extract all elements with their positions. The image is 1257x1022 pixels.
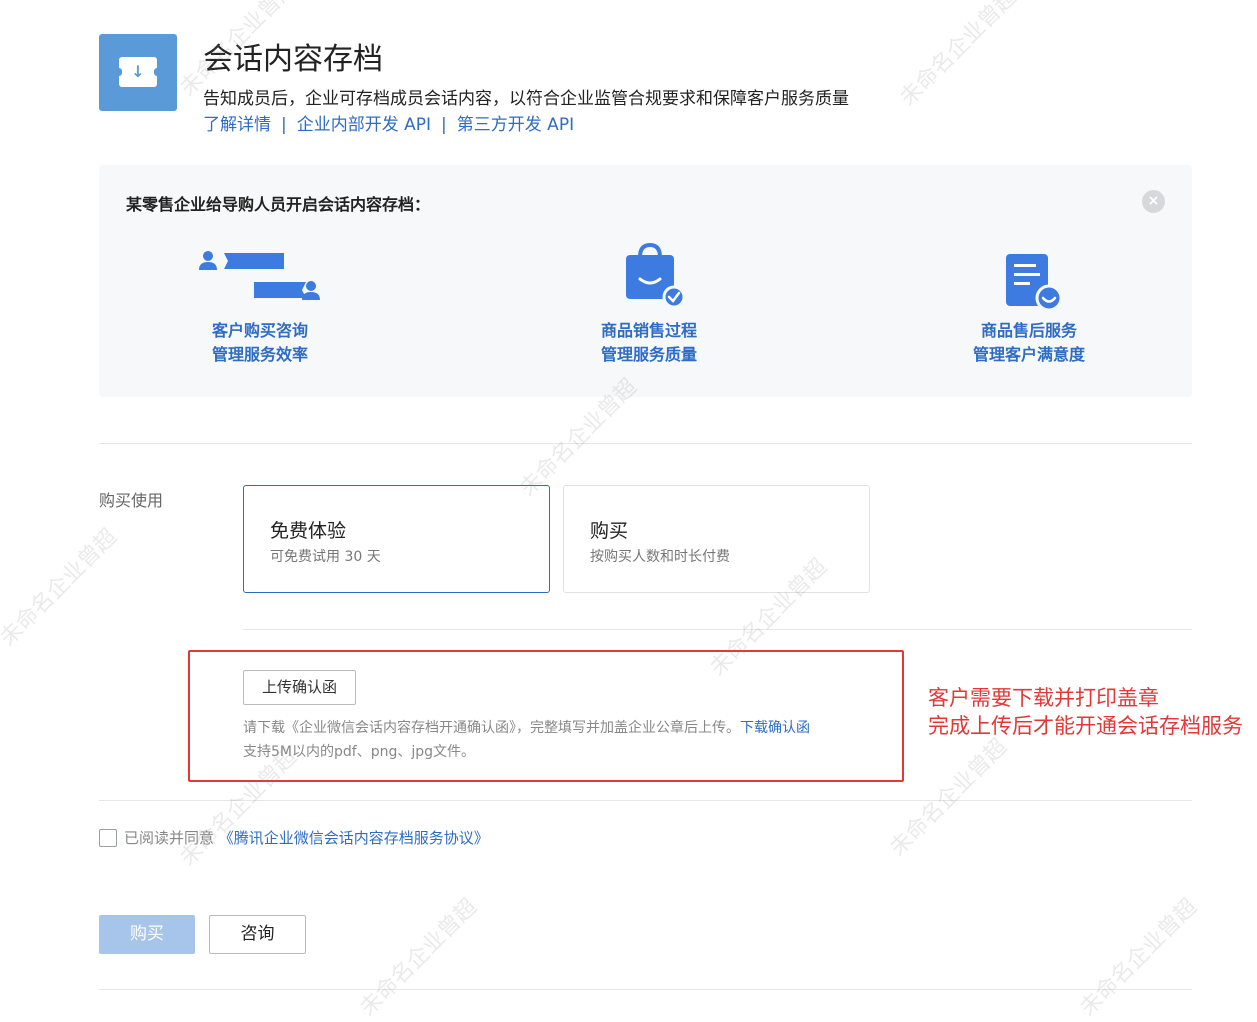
consult-button[interactable]: 咨询 [209,915,306,954]
buy-button[interactable]: 购买 [99,915,195,954]
divider [243,629,1192,630]
agreement-prefix: 已阅读并同意 [124,829,215,847]
watermark: 未命名企业曾超 [895,0,1023,112]
option-buy[interactable]: 购买 按购买人数和时长付费 [563,485,870,593]
agreement-checkbox[interactable] [99,829,117,847]
feature-line2: 管理客户满意度 [972,345,1085,364]
feature-aftersales: 商品售后服务 管理客户满意度 [909,319,1149,367]
feature-line2: 管理服务效率 [211,345,308,364]
shopping-bag-check-icon [622,242,686,309]
upload-confirmation-button[interactable]: 上传确认函 [243,670,356,705]
feature-line1: 商品售后服务 [980,321,1077,340]
feature-consult: 客户购买咨询 管理服务效率 [140,319,380,367]
upload-file-hint: 支持5M以内的pdf、png、jpg文件。 [243,744,475,760]
annotation-text: 客户需要下载并打印盖章 完成上传后才能开通会话存档服务 [928,684,1243,740]
divider [99,989,1192,990]
option-free-trial[interactable]: 免费体验 可免费试用 30 天 [243,485,550,593]
upload-note-text: 请下载《企业微信会话内容存档开通确认函》，完整填写并加盖企业公章后上传。 [243,720,740,736]
header-links: 了解详情 | 企业内部开发 API | 第三方开发 API [203,110,574,135]
agreement-text: 已阅读并同意 《腾讯企业微信会话内容存档服务协议》 [124,827,489,848]
divider [99,443,1192,444]
option-title: 购买 [590,520,629,542]
third-party-api-link[interactable]: 第三方开发 API [457,115,574,135]
page-description: 告知成员后，企业可存档成员会话内容，以符合企业监管合规要求和保障客户服务质量 [203,89,849,109]
close-icon[interactable]: × [1142,190,1165,213]
download-confirmation-link[interactable]: 下载确认函 [740,720,810,736]
document-smile-icon [1004,252,1066,314]
agreement-link[interactable]: 《腾讯企业微信会话内容存档服务协议》 [219,829,489,847]
app-icon: ↓ [99,34,177,111]
upload-note: 请下载《企业微信会话内容存档开通确认函》，完整填写并加盖企业公章后上传。下载确认… [243,717,810,737]
feature-line1: 客户购买咨询 [211,321,308,340]
chat-users-icon [196,248,322,302]
watermark: 未命名企业曾超 [0,524,123,652]
link-separator: | [441,115,447,135]
link-separator: | [281,115,287,135]
watermark: 未命名企业曾超 [1075,894,1203,1022]
example-panel-title: 某零售企业给导购人员开启会话内容存档： [126,195,431,214]
purchase-label: 购买使用 [99,491,164,510]
option-subtitle: 可免费试用 30 天 [270,549,381,565]
feature-line1: 商品销售过程 [600,321,697,340]
page-title: 会话内容存档 [203,42,383,77]
annotation-line2: 完成上传后才能开通会话存档服务 [928,714,1243,738]
annotation-line1: 客户需要下载并打印盖章 [928,686,1159,710]
divider [99,800,1192,801]
option-subtitle: 按购买人数和时长付费 [590,549,730,565]
internal-api-link[interactable]: 企业内部开发 API [297,115,431,135]
archive-download-icon: ↓ [116,57,160,87]
learn-more-link[interactable]: 了解详情 [203,115,271,135]
option-title: 免费体验 [270,520,347,542]
feature-line2: 管理服务质量 [600,345,697,364]
feature-sales: 商品销售过程 管理服务质量 [529,319,769,367]
watermark: 未命名企业曾超 [355,894,483,1022]
